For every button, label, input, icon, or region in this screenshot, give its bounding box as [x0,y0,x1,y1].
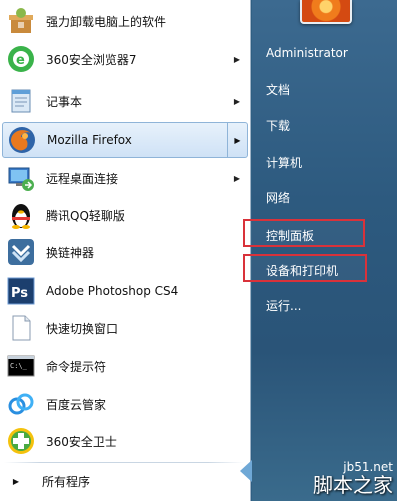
user-avatar[interactable] [300,0,352,24]
watermark: jb51.net 脚本之家 [300,460,397,501]
program-item-photoshop[interactable]: Ps Adobe Photoshop CS4 [2,273,248,309]
program-label: 快速切换窗口 [46,321,119,336]
expand-arrow-icon: ▶ [12,476,20,486]
submenu-arrow-icon[interactable]: ▶ [227,123,247,157]
notepad-icon [6,86,36,116]
qq-penguin-icon [6,200,36,230]
baidu-cloud-icon [6,389,36,419]
program-label: 360安全卫士 [46,434,117,449]
program-item-cmd[interactable]: C:\_ 命令提示符 [2,348,248,384]
downloads-link[interactable]: 下载 [266,117,290,134]
program-item-360-safe[interactable]: 360安全卫士 [2,423,248,459]
program-label: Adobe Photoshop CS4 [46,284,179,298]
network-link[interactable]: 网络 [266,189,290,206]
all-programs-button[interactable]: ▶ 所有程序 [2,468,248,494]
program-label: 强力卸载电脑上的软件 [46,14,167,29]
program-item-link-tool[interactable]: 换链神器 [2,234,248,270]
program-label: 命令提示符 [46,359,107,374]
photoshop-icon: Ps [6,276,36,306]
program-item-firefox[interactable]: Mozilla Firefox ▶ [2,122,248,158]
user-folder-link[interactable]: Administrator [266,46,348,60]
documents-link[interactable]: 文档 [266,81,290,98]
program-label: 腾讯QQ轻聊版 [46,208,125,223]
places-panel [252,0,397,501]
program-label: 远程桌面连接 [46,171,119,186]
firefox-icon [7,125,37,155]
link-tool-icon [6,237,36,267]
program-label: Mozilla Firefox [47,133,132,147]
program-label: 记事本 [46,94,83,109]
submenu-arrow-icon[interactable]: ▶ [230,174,244,183]
program-item-baidu-cloud[interactable]: 百度云管家 [2,386,248,422]
submenu-arrow-icon[interactable]: ▶ [230,55,244,64]
watermark-title: 脚本之家 [313,473,393,497]
control-panel-link[interactable]: 控制面板 [266,227,314,244]
run-link[interactable]: 运行... [266,297,301,314]
program-label: 百度云管家 [46,397,107,412]
360-safe-icon [6,426,36,456]
cmd-icon: C:\_ [6,351,36,381]
start-menu: 强力卸载电脑上的软件 e 360安全浏览器7 ▶ 记事本 ▶ Mozilla F… [0,0,397,501]
devices-printers-link[interactable]: 设备和打印机 [266,262,338,279]
computer-link[interactable]: 计算机 [266,154,302,171]
program-item-qq[interactable]: 腾讯QQ轻聊版 [2,197,248,233]
svg-text:Ps: Ps [11,286,28,301]
program-label: 360安全浏览器7 [46,52,137,67]
svg-text:e: e [16,53,25,68]
program-item-notepad[interactable]: 记事本 ▶ [2,83,248,119]
document-icon [6,313,36,343]
program-item-remote-desktop[interactable]: 远程桌面连接 ▶ [2,160,248,196]
divider [4,462,244,463]
all-programs-label: 所有程序 [42,474,91,489]
program-label: 换链神器 [46,245,95,260]
360-browser-icon: e [6,44,36,74]
svg-text:C:\_: C:\_ [10,362,28,370]
menu-pointer-icon [240,460,252,482]
program-list-panel: 强力卸载电脑上的软件 e 360安全浏览器7 ▶ 记事本 ▶ Mozilla F… [0,0,251,501]
uninstall-box-icon [6,6,36,36]
program-item-uninstaller[interactable]: 强力卸载电脑上的软件 [2,3,248,39]
watermark-url: jb51.net [343,460,393,474]
remote-desktop-icon [6,163,36,193]
program-item-360-browser[interactable]: e 360安全浏览器7 ▶ [2,41,248,77]
program-item-switch-windows[interactable]: 快速切换窗口 [2,310,248,346]
submenu-arrow-icon[interactable]: ▶ [230,97,244,106]
